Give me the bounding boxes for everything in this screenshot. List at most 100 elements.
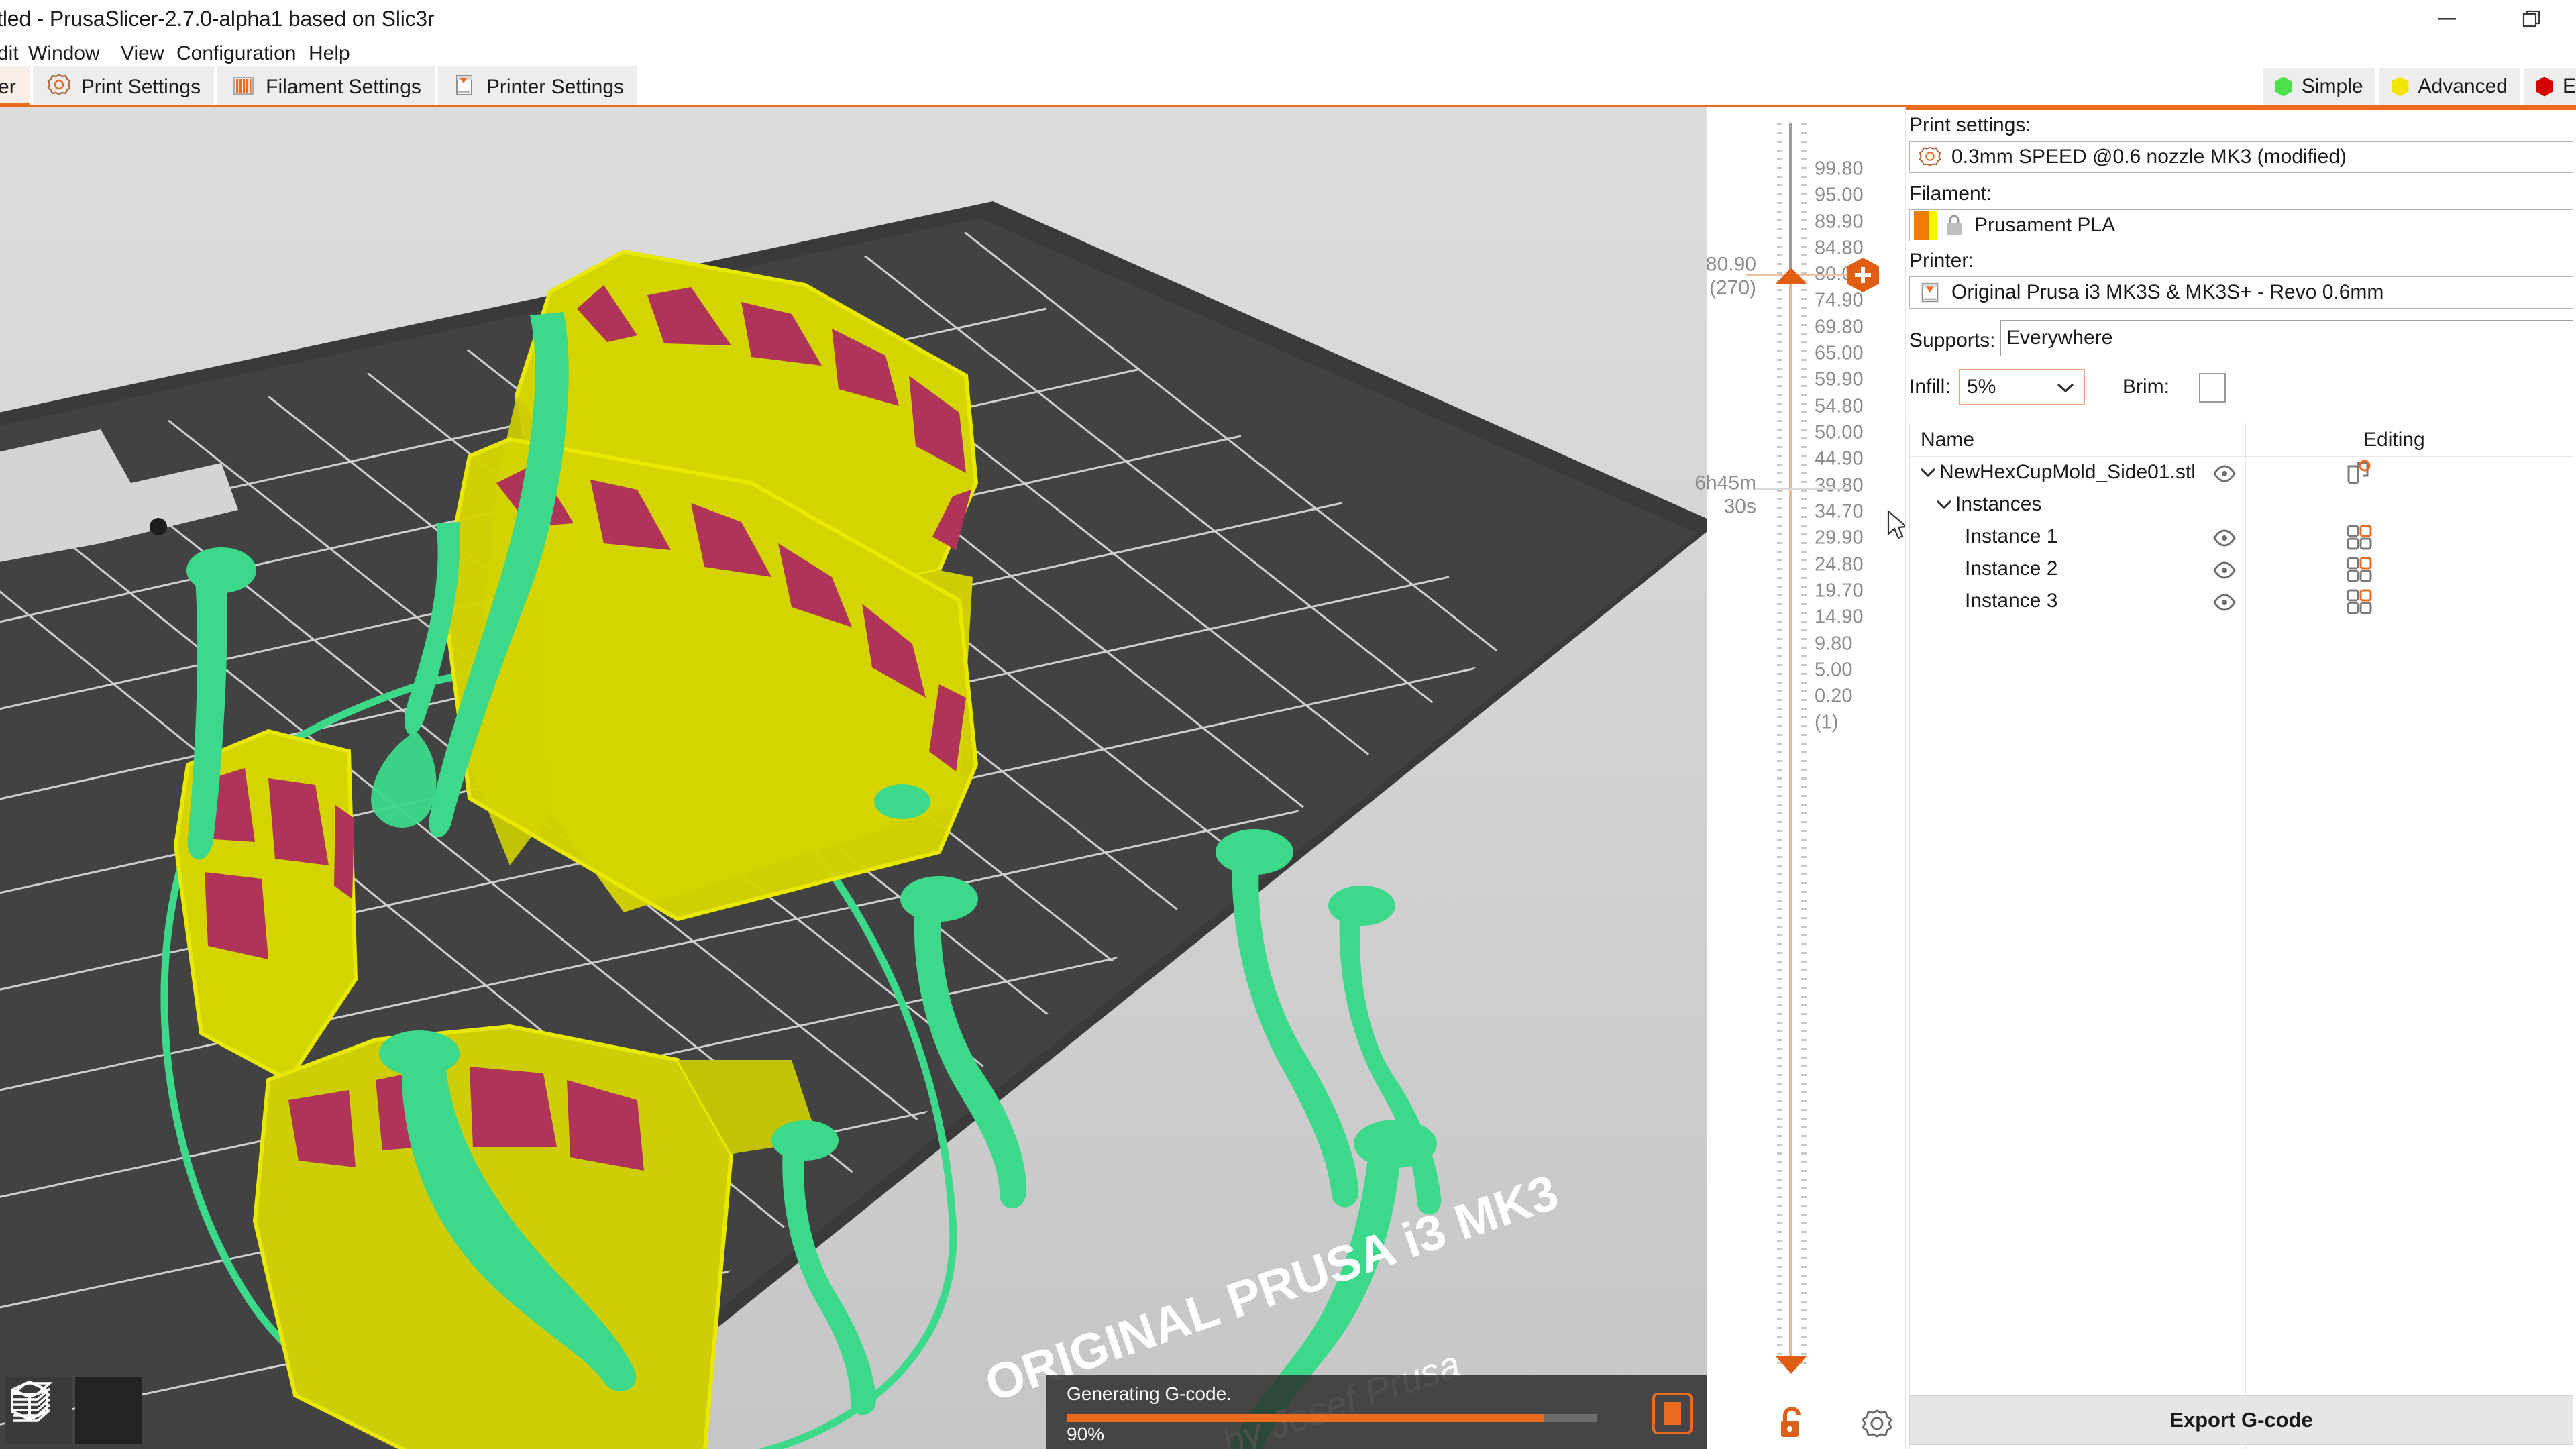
mode-advanced-label: Advanced: [2418, 75, 2508, 97]
layer-slider-tick: [1777, 385, 1782, 387]
layer-slider-tick: [1777, 978, 1782, 980]
layer-slider-tick: [1801, 376, 1807, 378]
layer-slider-tick: [1777, 481, 1782, 483]
filament-label: Filament:: [1909, 182, 1992, 205]
slider-settings-gear-icon[interactable]: [1861, 1407, 1893, 1440]
layer-slider-tick: [1777, 812, 1782, 814]
instance-grid-icon[interactable]: [2345, 587, 2374, 620]
layer-slider-tick: [1777, 1004, 1782, 1006]
3d-scene: ORIGINAL PRUSA i3 MK3 by Josef Prusa: [0, 107, 1707, 1449]
eye-icon[interactable]: [2213, 591, 2236, 614]
tab-filament-settings[interactable]: Filament Settings: [217, 66, 435, 107]
layer-slider-tick: [1801, 1074, 1807, 1076]
menu-item-window[interactable]: Window: [28, 42, 100, 65]
eye-icon[interactable]: [2213, 462, 2236, 485]
gear-icon: [46, 72, 72, 101]
layer-slider-tick: [1801, 865, 1807, 867]
layer-slider-tick: [1777, 699, 1782, 701]
object-list-row[interactable]: NewHexCupMold_Side01.stl: [1910, 457, 2573, 489]
layer-slider-tick: [1777, 1318, 1782, 1320]
export-gcode-button[interactable]: Export G-code: [1909, 1395, 2573, 1445]
layer-slider-tick: [1777, 429, 1782, 431]
minimize-button[interactable]: [2412, 0, 2482, 38]
layer-slider-tick: [1801, 498, 1807, 500]
layer-slider-tick: [1801, 577, 1807, 579]
filament-combo[interactable]: Prusament PLA: [1909, 209, 2573, 241]
tab-print-settings[interactable]: Print Settings: [32, 66, 215, 107]
brim-label: Brim:: [2123, 376, 2169, 398]
infill-select[interactable]: 5%: [1959, 369, 2085, 405]
brim-checkbox[interactable]: [2199, 373, 2226, 402]
tab-printer-settings[interactable]: Printer Settings: [437, 66, 637, 107]
preview-layers-view-icon[interactable]: [10, 1377, 142, 1444]
print-settings-combo[interactable]: 0.3mm SPEED @0.6 nozzle MK3 (modified): [1909, 141, 2573, 173]
cancel-slicing-button[interactable]: [1652, 1393, 1693, 1434]
progress-percent-label: 90%: [1067, 1424, 1105, 1444]
eye-icon[interactable]: [2213, 527, 2236, 549]
printer-combo[interactable]: Original Prusa i3 MK3S & MK3S+ - Revo 0.…: [1909, 276, 2573, 309]
layer-slider-tick: [1801, 1118, 1807, 1120]
mode-expert[interactable]: E: [2523, 68, 2576, 105]
layer-slider-tick: [1801, 1144, 1807, 1146]
object-list-row[interactable]: Instance 1: [1910, 521, 2573, 553]
object-list-row[interactable]: Instances: [1910, 489, 2573, 521]
layer-slider-tick-label: 59.90: [1815, 368, 1864, 390]
layer-slider-tick: [1777, 1275, 1782, 1277]
layer-slider-tick: [1801, 1126, 1807, 1128]
layer-slider-tick: [1777, 298, 1782, 300]
layer-slider-tick: [1801, 1214, 1807, 1216]
layer-slider-tick-label: 44.90: [1815, 447, 1864, 470]
chevron-down-icon[interactable]: [1919, 466, 1937, 482]
layer-slider-tick: [1801, 132, 1807, 134]
restore-button[interactable]: [2497, 0, 2567, 38]
mode-advanced[interactable]: Advanced: [2379, 68, 2520, 105]
menu-item-help[interactable]: Help: [309, 42, 350, 65]
layer-slider-tick: [1777, 743, 1782, 745]
layer-slider-tick: [1801, 272, 1807, 274]
menu-item-edit[interactable]: dit: [0, 42, 19, 65]
object-list-row[interactable]: Instance 3: [1910, 586, 2573, 618]
estimated-time-label: 6h45m 30s: [1695, 472, 1756, 518]
prusaslicer-window: ntitled - PrusaSlicer-2.7.0-alpha1 based…: [0, 0, 2576, 1449]
layer-slider-tick: [1801, 969, 1807, 971]
chevron-down-icon[interactable]: [1935, 498, 1953, 514]
tab-bar: ater Print Settings: [0, 66, 2576, 107]
layer-slider[interactable]: 99.80 95.00 89.90 84.80 80.00 74.90 69.80 65.00…: [1695, 107, 1909, 1449]
mode-expert-label: E: [2562, 75, 2576, 97]
object-list[interactable]: Name Editing NewHexCupMold_Side01.stl Ins…: [1909, 423, 2573, 1449]
layer-slider-tick: [1777, 516, 1782, 518]
layer-slider-tick: [1777, 1039, 1782, 1041]
mode-simple[interactable]: Simple: [2262, 68, 2375, 105]
gear-icon: [1917, 144, 1943, 170]
layer-slider-tick: [1801, 385, 1807, 387]
instance-grid-icon[interactable]: [2345, 555, 2374, 588]
menu-item-view[interactable]: View: [121, 42, 164, 65]
one-layer-mode-icon[interactable]: [1777, 1406, 1808, 1440]
layer-slider-tick: [1777, 350, 1782, 352]
layer-slider-tick: [1777, 254, 1782, 256]
layer-slider-tick: [1777, 821, 1782, 823]
layer-slider-tick: [1777, 568, 1782, 570]
layer-slider-tick: [1777, 690, 1782, 692]
layer-slider-tick: [1777, 1091, 1782, 1093]
layer-slider-tick: [1777, 437, 1782, 439]
layer-slider-tick: [1777, 307, 1782, 309]
tab-plater[interactable]: ater: [0, 66, 30, 107]
object-settings-icon[interactable]: [2345, 458, 2374, 491]
layer-slider-tick: [1777, 708, 1782, 710]
layer-slider-tick: [1801, 193, 1807, 195]
layer-slider-tick: [1801, 158, 1807, 160]
instance-grid-icon[interactable]: [2345, 523, 2374, 555]
3d-viewport[interactable]: ORIGINAL PRUSA i3 MK3 by Josef Prusa: [0, 107, 1707, 1449]
layer-slider-tick: [1801, 228, 1807, 230]
layer-slider-low-thumb[interactable]: [1776, 1356, 1807, 1374]
menu-item-configuration[interactable]: Configuration: [176, 42, 296, 65]
supports-combo[interactable]: Everywhere: [2000, 320, 2573, 356]
layer-slider-tick: [1801, 900, 1807, 902]
layer-slider-tick: [1777, 655, 1782, 657]
layer-slider-tick: [1777, 1231, 1782, 1233]
mode-simple-label: Simple: [2301, 75, 2363, 97]
eye-icon[interactable]: [2213, 559, 2236, 582]
object-list-row[interactable]: Instance 2: [1910, 553, 2573, 586]
layer-slider-tick: [1801, 690, 1807, 692]
